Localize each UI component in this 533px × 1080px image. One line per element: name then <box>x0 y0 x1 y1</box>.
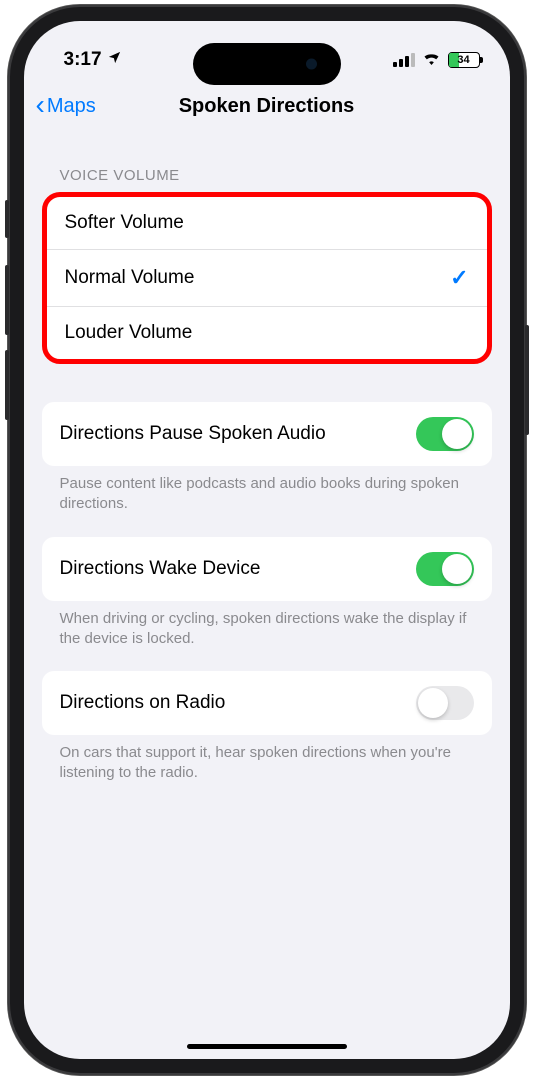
back-button[interactable]: ‹ Maps <box>36 94 96 119</box>
screen: 3:17 34 ‹ Maps Spoken Dire <box>24 21 510 1059</box>
on-radio-toggle[interactable] <box>416 686 474 720</box>
voice-volume-group: Softer Volume Normal Volume ✓ Louder Vol… <box>42 192 492 364</box>
option-label: Louder Volume <box>65 322 193 344</box>
on-radio-cell[interactable]: Directions on Radio <box>42 671 492 735</box>
pause-audio-group: Directions Pause Spoken Audio <box>42 402 492 466</box>
location-icon <box>107 49 122 71</box>
on-radio-footer: On cars that support it, hear spoken dir… <box>42 735 492 806</box>
device-frame: 3:17 34 ‹ Maps Spoken Dire <box>8 5 526 1075</box>
wake-device-label: Directions Wake Device <box>60 558 261 580</box>
pause-audio-cell[interactable]: Directions Pause Spoken Audio <box>42 402 492 466</box>
nav-bar: ‹ Maps Spoken Directions <box>24 81 510 133</box>
silence-switch <box>5 200 9 238</box>
wifi-icon <box>422 49 441 71</box>
dynamic-island <box>193 43 341 85</box>
volume-up-button <box>5 265 9 335</box>
battery-icon: 34 <box>448 52 480 68</box>
option-label: Softer Volume <box>65 212 184 234</box>
content: VOICE VOLUME Softer Volume Normal Volume… <box>24 133 510 806</box>
status-right: 34 <box>393 49 480 71</box>
voice-volume-header: VOICE VOLUME <box>42 153 492 192</box>
pause-audio-footer: Pause content like podcasts and audio bo… <box>42 466 492 537</box>
wake-device-group: Directions Wake Device <box>42 537 492 601</box>
option-label: Normal Volume <box>65 267 195 289</box>
home-indicator[interactable] <box>187 1044 347 1049</box>
power-button <box>525 325 529 435</box>
on-radio-group: Directions on Radio <box>42 671 492 735</box>
volume-option-softer[interactable]: Softer Volume <box>47 197 487 249</box>
volume-down-button <box>5 350 9 420</box>
page-title: Spoken Directions <box>24 95 510 118</box>
pause-audio-toggle[interactable] <box>416 417 474 451</box>
status-time: 3:17 <box>64 49 102 71</box>
cellular-icon <box>393 53 415 67</box>
status-left: 3:17 <box>64 49 122 71</box>
chevron-left-icon: ‹ <box>36 91 45 119</box>
wake-device-toggle[interactable] <box>416 552 474 586</box>
wake-device-footer: When driving or cycling, spoken directio… <box>42 601 492 672</box>
pause-audio-label: Directions Pause Spoken Audio <box>60 423 326 445</box>
on-radio-label: Directions on Radio <box>60 692 226 714</box>
checkmark-icon: ✓ <box>450 265 468 291</box>
back-label: Maps <box>47 95 96 118</box>
wake-device-cell[interactable]: Directions Wake Device <box>42 537 492 601</box>
volume-option-louder[interactable]: Louder Volume <box>47 306 487 359</box>
volume-option-normal[interactable]: Normal Volume ✓ <box>47 249 487 306</box>
